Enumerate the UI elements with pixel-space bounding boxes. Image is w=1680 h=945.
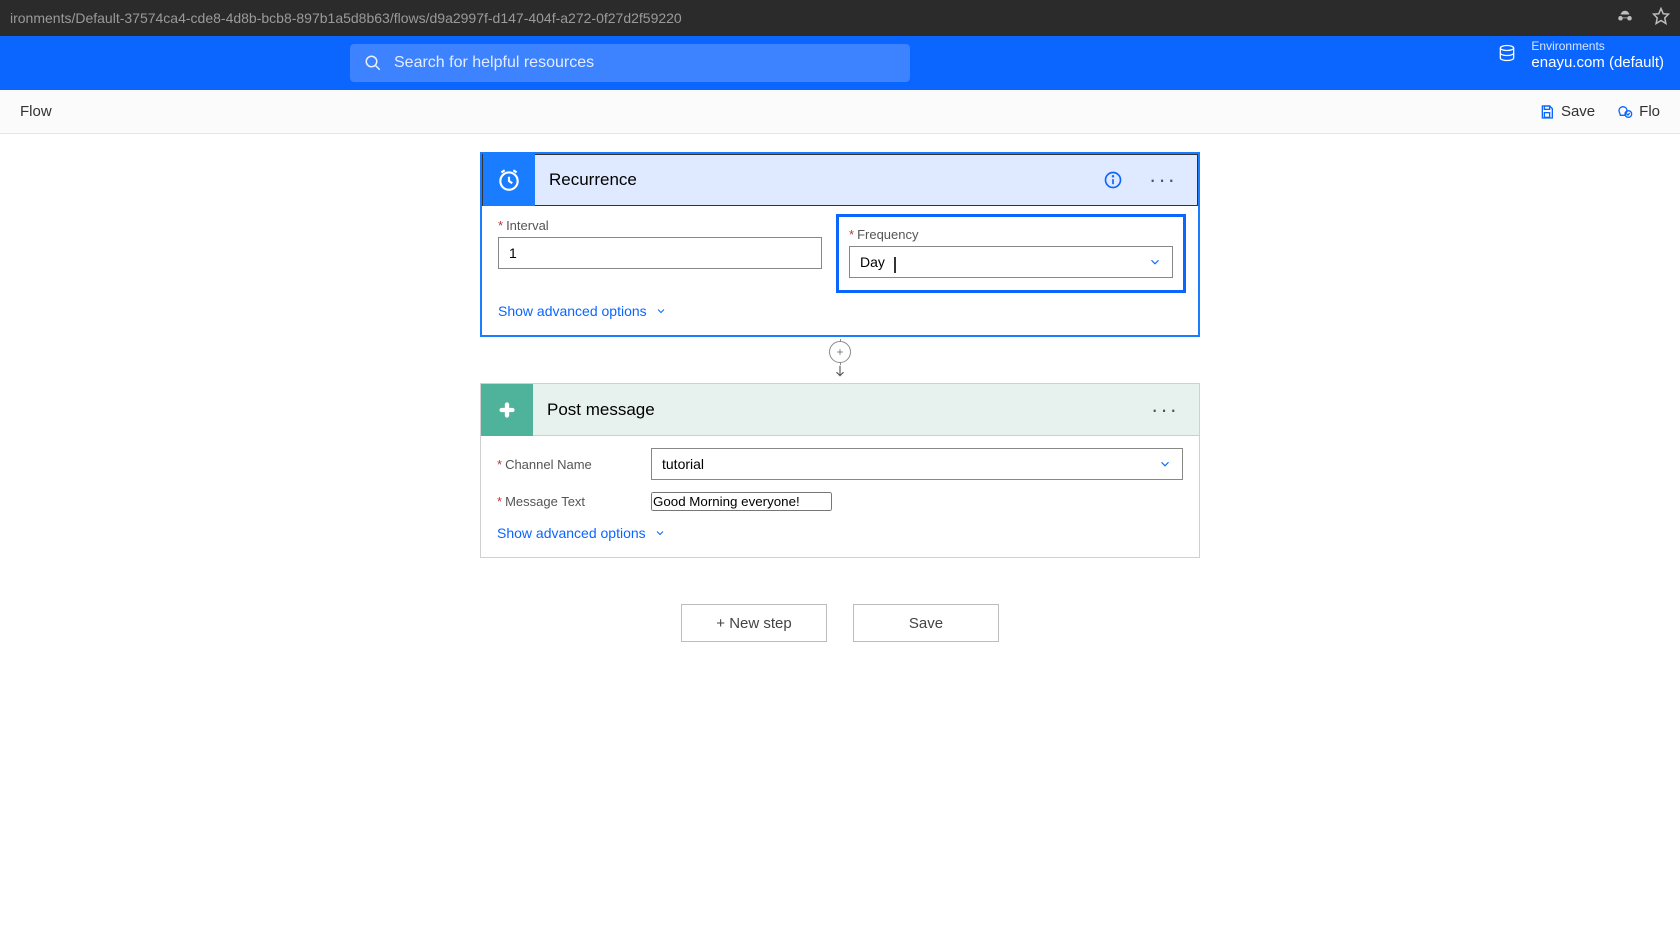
interval-field: *Interval [498,218,822,289]
flow-canvas: ··· *Interval *Frequency Day [0,134,1680,945]
environment-picker[interactable]: Environments enayu.com (default) [1497,40,1664,71]
slack-icon [481,384,533,436]
arrow-down-icon [833,365,847,383]
save-icon [1539,104,1555,120]
flow-checker-label: Flo [1639,103,1660,120]
flow-checker-icon [1617,104,1633,120]
chevron-down-icon [1148,255,1162,269]
chevron-down-icon [655,305,667,317]
channel-select[interactable]: tutorial [651,448,1183,480]
bottom-actions: + New step Save [681,604,999,642]
message-input[interactable] [651,492,832,511]
save-flow-button[interactable]: Save [853,604,999,642]
clock-icon [483,154,535,206]
action-advanced-toggle[interactable]: Show advanced options [497,525,1183,541]
plus-icon [835,347,845,357]
page-title: Flow [20,103,52,120]
command-bar: Flow Save Flo [0,90,1680,134]
save-button[interactable]: Save [1539,103,1595,120]
save-label: Save [1561,103,1595,120]
channel-value: tutorial [662,456,704,472]
channel-label: Channel Name [505,457,592,472]
flow-checker-button[interactable]: Flo [1617,103,1660,120]
recurrence-card: ··· *Interval *Frequency Day [480,152,1200,337]
recurrence-header[interactable]: ··· [482,154,1198,206]
search-box[interactable] [350,44,910,82]
message-label: Message Text [505,494,585,509]
browser-address-bar: ironments/Default-37574ca4-cde8-4d8b-bcb… [0,0,1680,36]
app-header: Environments enayu.com (default) [0,36,1680,90]
environment-label: Environments [1531,40,1664,54]
environment-value: enayu.com (default) [1531,54,1664,71]
frequency-value: Day [860,254,885,270]
interval-label: Interval [506,218,549,233]
browser-url: ironments/Default-37574ca4-cde8-4d8b-bcb… [10,10,682,26]
post-message-header[interactable]: Post message ··· [481,384,1199,436]
chevron-down-icon [1158,457,1172,471]
recurrence-title-input[interactable] [535,154,1103,206]
message-text-row: *Message Text [497,492,1183,511]
recurrence-advanced-toggle[interactable]: Show advanced options [498,303,1182,319]
channel-name-row: *Channel Name tutorial [497,448,1183,480]
post-message-card: Post message ··· *Channel Name tutorial … [480,383,1200,558]
add-step-inline-button[interactable] [829,341,851,363]
post-message-title: Post message [533,400,655,420]
environment-icon [1497,43,1517,68]
info-icon [1103,170,1123,190]
frequency-label: Frequency [857,227,918,242]
incognito-icon[interactable] [1616,7,1634,30]
interval-input[interactable] [498,237,822,269]
search-icon [364,54,382,72]
recurrence-advanced-label: Show advanced options [498,303,647,319]
search-input[interactable] [394,54,896,72]
step-connector [833,337,847,383]
star-icon[interactable] [1652,7,1670,30]
text-cursor-icon [891,257,899,273]
chevron-down-icon [654,527,666,539]
frequency-select[interactable]: Day [849,246,1173,278]
new-step-button[interactable]: + New step [681,604,827,642]
frequency-field: *Frequency Day [836,214,1186,293]
info-button[interactable] [1103,170,1123,190]
action-advanced-label: Show advanced options [497,525,646,541]
